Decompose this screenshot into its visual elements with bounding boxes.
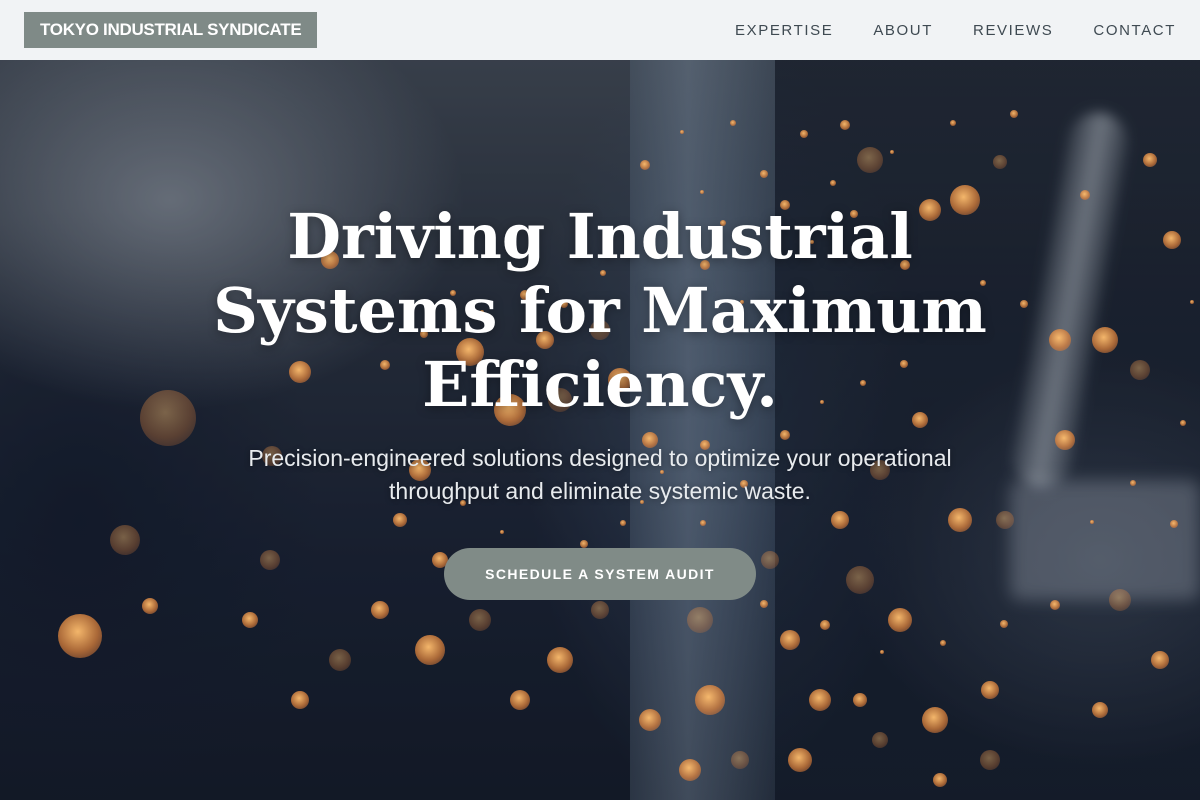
- nav-link-reviews[interactable]: REVIEWS: [973, 22, 1053, 39]
- hero-headline: Driving Industrial Systems for Maximum E…: [213, 200, 987, 421]
- schedule-audit-button[interactable]: SCHEDULE A SYSTEM AUDIT: [444, 548, 756, 600]
- nav-link-about[interactable]: ABOUT: [873, 22, 933, 39]
- brand-logo[interactable]: TOKYO INDUSTRIAL SYNDICATE: [24, 12, 318, 48]
- hero-subtext: Precision-engineered solutions designed …: [248, 445, 952, 504]
- hero-content: Driving Industrial Systems for Maximum E…: [0, 200, 1200, 600]
- nav-link-contact[interactable]: CONTACT: [1093, 22, 1176, 39]
- nav-link-expertise[interactable]: EXPERTISE: [735, 22, 833, 39]
- main-nav: EXPERTISE ABOUT REVIEWS CONTACT: [735, 22, 1176, 39]
- site-header: TOKYO INDUSTRIAL SYNDICATE EXPERTISE ABO…: [0, 0, 1200, 60]
